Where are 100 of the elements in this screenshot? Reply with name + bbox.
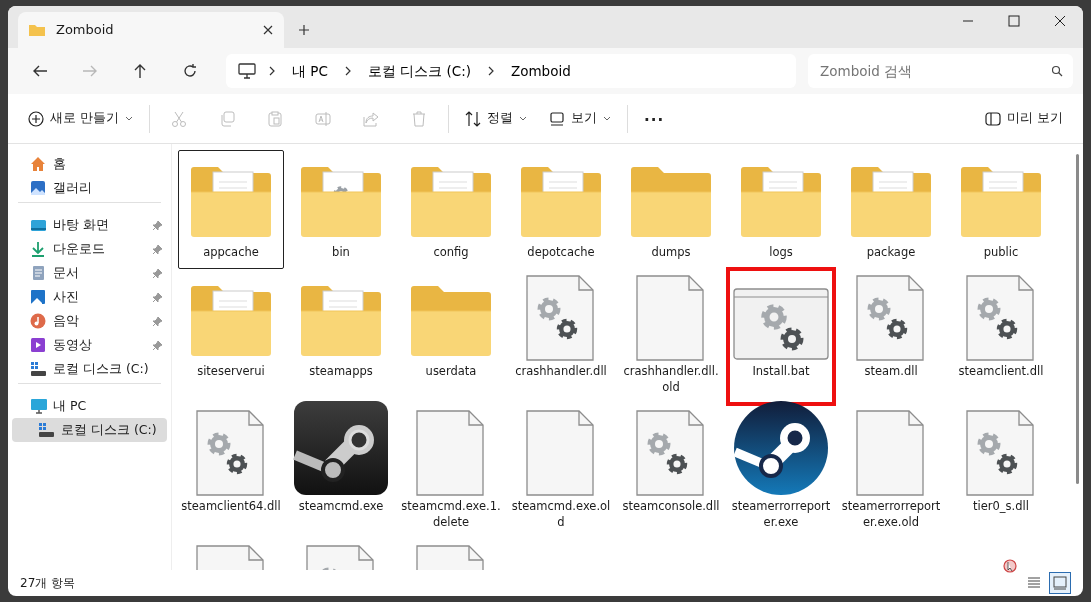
file-name: dumps: [651, 244, 691, 260]
file-item[interactable]: config: [398, 150, 504, 269]
up-arrow-icon: [132, 63, 148, 79]
sidebar-item[interactable]: 사진: [12, 285, 167, 309]
share-icon: [363, 110, 379, 127]
file-item[interactable]: steamerrorreporter.exe: [728, 404, 834, 539]
file-item[interactable]: steamapps: [288, 269, 394, 404]
folder-icon: [28, 23, 46, 37]
file-name: steamcmd.exe.old: [511, 498, 611, 530]
file-item[interactable]: public: [948, 150, 1054, 269]
file-item[interactable]: package: [838, 150, 944, 269]
preview-button[interactable]: 미리 보기: [975, 101, 1073, 136]
file-name: steamerrorreporter.exe.old: [841, 498, 941, 530]
file-name: tier0_s.dll: [973, 498, 1029, 514]
more-button[interactable]: ...: [634, 101, 675, 136]
file-item[interactable]: tier0_s.dll: [948, 404, 1054, 539]
sidebar-item[interactable]: 동영상: [12, 333, 167, 357]
drive-icon: [30, 361, 47, 377]
close-icon: [1052, 15, 1068, 27]
sidebar-item[interactable]: 다운로드: [12, 237, 167, 261]
chevron-icon: [486, 66, 495, 76]
file-item[interactable]: logs: [728, 150, 834, 269]
item-count: 27개 항목: [20, 575, 77, 592]
file-name: crashhandler.dll.old: [622, 363, 720, 395]
clipboard-icon: [267, 110, 283, 127]
file-item[interactable]: steamcmd.exe: [288, 404, 394, 539]
file-item[interactable]: bin: [288, 150, 394, 269]
maximize-icon: [1006, 15, 1022, 27]
download-icon: [30, 241, 47, 257]
mouse-cursor-icon: [1003, 558, 1017, 573]
new-tab-icon: [298, 23, 310, 36]
file-item[interactable]: crashhandler.dll: [508, 269, 614, 404]
file-item[interactable]: userdata: [398, 269, 504, 404]
file-item[interactable]: steamclient64.dll: [178, 404, 284, 539]
file-name: siteserverui: [197, 363, 265, 379]
file-name: package: [866, 244, 916, 260]
file-name: Install.bat: [752, 363, 810, 379]
scrollbar-thumb[interactable]: [1075, 154, 1079, 484]
sort-button[interactable]: 정렬: [455, 101, 537, 136]
file-item[interactable]: steamconsole.dll: [618, 404, 724, 539]
music-icon: [30, 313, 47, 329]
file-name: steamconsole.dll: [622, 498, 720, 514]
file-name: steamerrorreporter.exe: [731, 498, 831, 530]
house-icon: [30, 156, 47, 172]
view-button[interactable]: 보기: [539, 101, 621, 136]
file-name: logs: [769, 244, 793, 260]
drive-icon: [38, 422, 55, 438]
tile-view-icon: [1052, 575, 1068, 591]
file-item[interactable]: steamerrorreporter.exe.old: [838, 404, 944, 539]
desktop-icon: [30, 217, 47, 233]
search-icon: [1051, 65, 1063, 77]
scissors-icon: [171, 110, 187, 127]
file-name: steamcmd.exe: [298, 498, 384, 514]
large-icons-view-button[interactable]: [1049, 572, 1071, 594]
breadcrumb-item[interactable]: Zomboid: [506, 60, 575, 82]
new-button[interactable]: 새로 만들기: [18, 101, 143, 136]
window-tab[interactable]: Zomboid: [18, 12, 284, 48]
file-item[interactable]: dumps: [618, 150, 724, 269]
file-name: appcache: [203, 244, 259, 260]
file-name: crashhandler.dll: [515, 363, 607, 379]
file-name: depotcache: [527, 244, 595, 260]
file-item[interactable]: crashhandler.dll.old: [618, 269, 724, 404]
sidebar-item[interactable]: 홈: [12, 152, 167, 176]
sort-icon: [465, 110, 481, 127]
file-item[interactable]: appcache: [178, 150, 284, 269]
video-icon: [30, 337, 47, 353]
copy-icon: [219, 110, 235, 127]
steam-logo-icon: [293, 400, 389, 496]
file-item[interactable]: steamcmd.exe.old: [508, 404, 614, 539]
computer-icon: [238, 63, 256, 79]
file-name: bin: [332, 244, 350, 260]
file-item[interactable]: depotcache: [508, 150, 614, 269]
file-name: steamcmd.exe.1.delete: [401, 498, 501, 530]
file-item[interactable]: steamclient.dll: [948, 269, 1054, 404]
sidebar-item[interactable]: 문서: [12, 261, 167, 285]
list-view-icon: [1026, 575, 1042, 591]
document-icon: [30, 265, 47, 281]
file-name: userdata: [425, 363, 477, 379]
back-arrow-icon: [32, 63, 48, 79]
file-item[interactable]: steamcmd.exe.1.delete: [398, 404, 504, 539]
sidebar-item[interactable]: 갤러리: [12, 176, 167, 200]
breadcrumb-item[interactable]: 로컬 디스크 (C:): [363, 60, 475, 82]
chevron-icon: [268, 66, 276, 76]
preview-pane-icon: [985, 111, 1001, 126]
sidebar-item[interactable]: 로컬 디스크 (C:): [12, 357, 167, 381]
sidebar-item[interactable]: 바탕 화면: [12, 213, 167, 237]
breadcrumb-item[interactable]: 내 PC: [288, 60, 332, 82]
sidebar-item[interactable]: 음악: [12, 309, 167, 333]
file-item[interactable]: steam.dll: [838, 269, 944, 404]
chevron-icon: [343, 66, 352, 76]
steam-logo-icon: [733, 400, 829, 496]
file-item[interactable]: siteserverui: [178, 269, 284, 404]
file-name: public: [983, 244, 1019, 260]
file-name: steamclient64.dll: [181, 498, 281, 514]
sidebar-item[interactable]: 내 PC: [12, 394, 167, 418]
file-item[interactable]: Install.bat: [728, 269, 834, 404]
sidebar-item[interactable]: 로컬 디스크 (C:): [12, 418, 167, 442]
trash-icon: [411, 110, 427, 127]
monitor-icon: [30, 398, 47, 414]
rename-icon: [315, 110, 331, 127]
